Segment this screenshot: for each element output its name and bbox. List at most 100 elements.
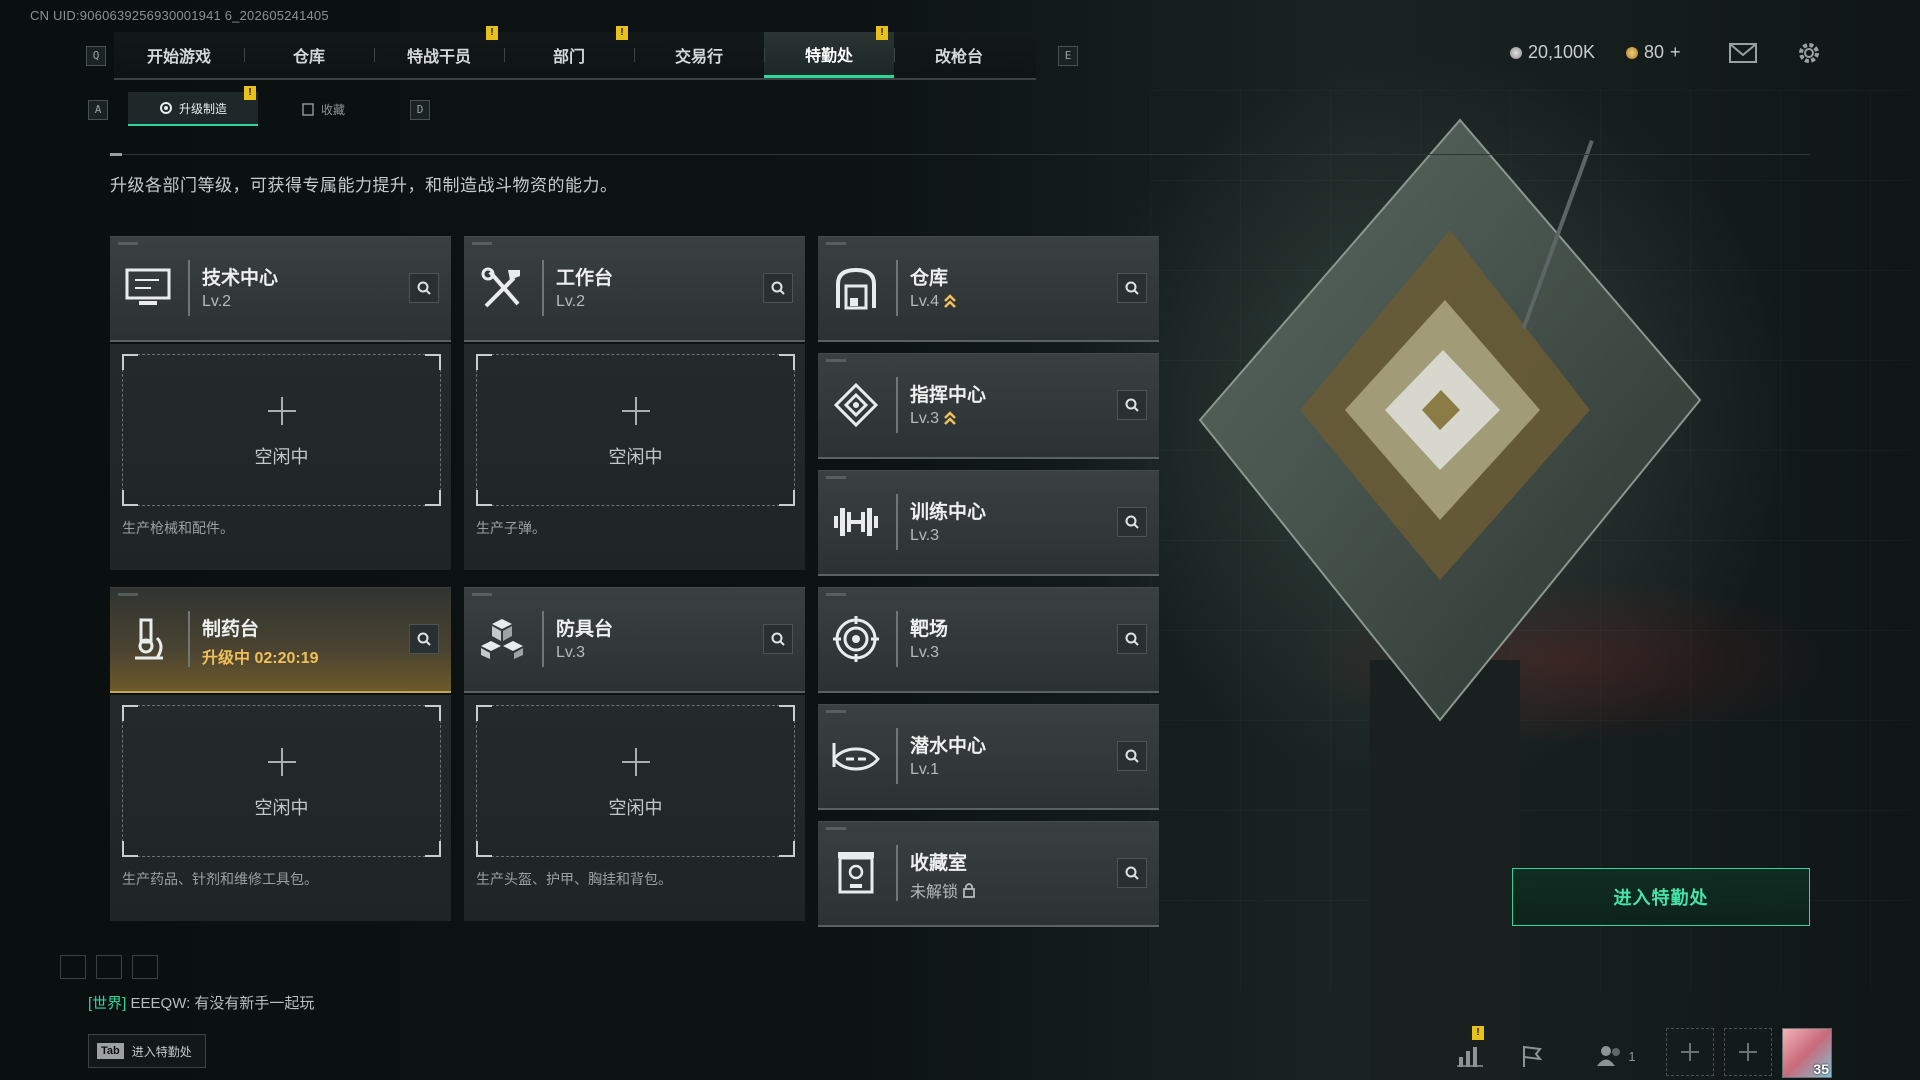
- tab-operators[interactable]: 特战干员!: [374, 26, 504, 78]
- uid-label: CN UID:9060639256930001941 6_20260524140…: [30, 8, 329, 23]
- dept-card-collection-room[interactable]: 收藏室 未解锁: [818, 821, 1159, 927]
- search-button[interactable]: [409, 624, 439, 654]
- currency-coins-value: 20,100K: [1528, 42, 1596, 62]
- tab-start-game[interactable]: 开始游戏: [114, 32, 244, 78]
- card-tag: [826, 827, 846, 830]
- plus-icon: [621, 397, 650, 425]
- dept-level-text: Lv.3: [910, 644, 940, 661]
- card-separator: [896, 494, 898, 550]
- subtab-collection[interactable]: 收藏: [258, 92, 388, 126]
- tab-key: Tab: [97, 1043, 124, 1059]
- gold-coin-icon: [1626, 46, 1638, 59]
- enter-special-ops-button[interactable]: 进入特勤处: [1512, 868, 1810, 926]
- friends-button[interactable]: 1: [1586, 1036, 1646, 1076]
- add-currency-button[interactable]: +: [1670, 42, 1681, 63]
- search-button[interactable]: [1117, 390, 1147, 420]
- chat-text: EEEQW: 有没有新手一起玩: [130, 995, 315, 1012]
- team-slot[interactable]: [1724, 1028, 1772, 1076]
- chat-edit-icon[interactable]: [96, 955, 122, 979]
- nav-next-key[interactable]: E: [1058, 46, 1078, 66]
- dept-card-shooting-range[interactable]: 靶场 Lv.3: [818, 587, 1159, 693]
- alert-badge: !: [486, 26, 498, 40]
- production-slot[interactable]: 空闲中: [476, 354, 795, 506]
- slot-corner: [122, 354, 138, 370]
- dept-card-training-center[interactable]: 训练中心 Lv.3: [818, 470, 1159, 576]
- card-separator: [896, 845, 898, 901]
- dept-card-armor-bench[interactable]: 防具台 Lv.3: [464, 587, 805, 693]
- tab-trading[interactable]: 交易行: [634, 32, 764, 78]
- currency-coins[interactable]: 20,100K: [1510, 42, 1595, 63]
- flag-icon[interactable]: [1510, 1036, 1554, 1076]
- tab-label: 开始游戏: [146, 49, 211, 66]
- tab-gunsmith[interactable]: 改枪台: [894, 32, 1024, 78]
- slot-corner: [476, 705, 492, 721]
- chat-controls: [60, 955, 158, 979]
- collection-icon: [302, 103, 314, 116]
- dept-card-command-center[interactable]: 指挥中心 Lv.3: [818, 353, 1159, 459]
- tab-label: 改枪台: [934, 49, 983, 66]
- tools-icon: [476, 262, 528, 314]
- dept-level: Lv.3: [910, 527, 939, 545]
- slot-idle-label: 空闲中: [254, 447, 309, 467]
- dept-level: Lv.3: [556, 644, 585, 662]
- dept-card-warehouse[interactable]: 仓库 Lv.4: [818, 236, 1159, 342]
- dept-card-tech-center[interactable]: 技术中心 Lv.2: [110, 236, 451, 342]
- slot-corner: [779, 490, 795, 506]
- silver-coin-icon: [1510, 46, 1522, 59]
- tab-warehouse[interactable]: 仓库: [244, 32, 374, 78]
- search-icon: [1125, 281, 1139, 295]
- upgrade-available-icon: [944, 294, 956, 308]
- subtab-upgrade-craft[interactable]: 升级制造 !: [128, 86, 258, 126]
- production-slot[interactable]: 空闲中: [122, 354, 441, 506]
- search-button[interactable]: [1117, 507, 1147, 537]
- dept-card-diving-center[interactable]: 潜水中心 Lv.1: [818, 704, 1159, 810]
- card-separator: [896, 611, 898, 667]
- tab-shortcut-hint[interactable]: Tab 进入特勤处: [88, 1034, 206, 1068]
- subtab-prev-key[interactable]: A: [88, 100, 108, 120]
- chat-filter-icon[interactable]: [60, 955, 86, 979]
- tab-special-ops[interactable]: 特勤处!: [764, 26, 894, 78]
- chat-expand-icon[interactable]: [132, 955, 158, 979]
- alert-badge: !: [1472, 1026, 1484, 1040]
- search-button[interactable]: [763, 273, 793, 303]
- team-slot[interactable]: [1666, 1028, 1714, 1076]
- slot-corner: [122, 841, 138, 857]
- search-button[interactable]: [1117, 741, 1147, 771]
- target-icon: [830, 613, 882, 665]
- lock-icon: [963, 883, 975, 898]
- dept-card-pharmacy[interactable]: 制药台 升级中 02:20:19: [110, 587, 451, 693]
- stats-icon[interactable]: !: [1448, 1026, 1492, 1076]
- search-button[interactable]: [1117, 858, 1147, 888]
- card-tag: [826, 476, 846, 479]
- chat-message[interactable]: [世界] EEEQW: 有没有新手一起玩: [88, 992, 314, 1013]
- search-button[interactable]: [1117, 273, 1147, 303]
- search-button[interactable]: [409, 273, 439, 303]
- mail-icon[interactable]: [1728, 40, 1758, 66]
- card-tag: [826, 710, 846, 713]
- plus-icon: [621, 748, 650, 776]
- dept-name: 防具台: [556, 619, 614, 640]
- currency-premium[interactable]: 80 +: [1626, 42, 1681, 63]
- alert-badge: !: [616, 26, 628, 40]
- card-separator: [896, 260, 898, 316]
- dept-level-text: Lv.4: [910, 293, 940, 310]
- slot-corner: [779, 354, 795, 370]
- upgrade-available-icon: [944, 411, 956, 425]
- tab-departments[interactable]: 部门!: [504, 26, 634, 78]
- dept-level-text: Lv.3: [910, 527, 940, 544]
- gear-icon[interactable]: [1794, 40, 1824, 66]
- subtab-next-key[interactable]: D: [410, 100, 430, 120]
- player-avatar[interactable]: 35: [1782, 1028, 1832, 1078]
- search-button[interactable]: [763, 624, 793, 654]
- nav-prev-key[interactable]: Q: [86, 46, 106, 66]
- search-icon: [1125, 632, 1139, 646]
- page-description: 升级各部门等级，可获得专属能力提升，和制造战斗物资的能力。: [110, 176, 618, 195]
- slot-idle-label: 空闲中: [608, 447, 663, 467]
- production-slot[interactable]: 空闲中: [476, 705, 795, 857]
- slot-idle-label: 空闲中: [608, 798, 663, 818]
- card-tag: [826, 359, 846, 362]
- dept-card-workbench[interactable]: 工作台 Lv.2: [464, 236, 805, 342]
- search-button[interactable]: [1117, 624, 1147, 654]
- dept-name: 工作台: [556, 268, 614, 289]
- production-slot[interactable]: 空闲中: [122, 705, 441, 857]
